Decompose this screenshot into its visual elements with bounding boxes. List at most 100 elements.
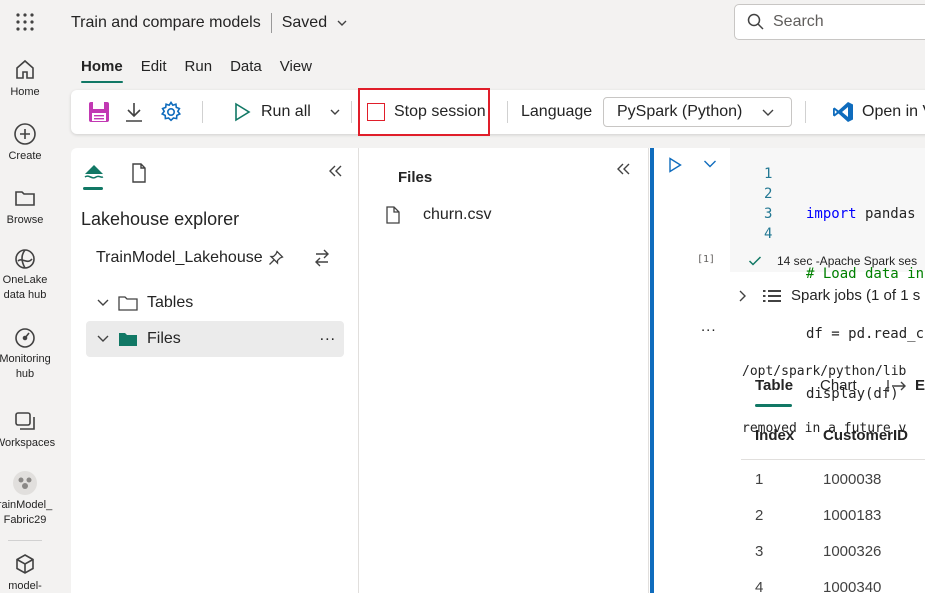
rail-model[interactable]: model- [0, 552, 50, 593]
search-input[interactable]: Search [734, 4, 925, 40]
rail-home[interactable]: Home [0, 58, 50, 100]
more-options-icon[interactable]: ... [320, 327, 336, 345]
table-cell: 1000326 [823, 543, 882, 560]
rail-label: Monitoring [0, 353, 51, 365]
notebook-cell-area: 1 2 3 4 import pandas # Load data in df … [650, 148, 925, 593]
app-launcher-icon[interactable] [16, 13, 34, 31]
title-divider [270, 13, 272, 33]
language-label: Language [521, 103, 593, 120]
play-icon [235, 102, 251, 122]
chevron-right-icon [739, 290, 746, 301]
table-header-customerid: CustomerID [823, 427, 909, 444]
chevron-down-icon[interactable] [336, 17, 348, 29]
notebook-workspace: Lakehouse explorer TrainModel_Lakehouse … [71, 148, 925, 593]
code-keyword: import [806, 206, 857, 222]
collapse-files-button[interactable] [615, 162, 631, 176]
search-icon [747, 13, 764, 30]
collapse-explorer-button[interactable] [327, 164, 343, 178]
tree-item-tables[interactable]: Tables [86, 285, 344, 321]
rail-label: hub [15, 368, 35, 380]
file-icon [386, 206, 400, 224]
explorer-title: Lakehouse explorer [81, 209, 240, 229]
play-icon [669, 157, 682, 173]
tab-view[interactable]: View [280, 58, 312, 75]
run-all-button[interactable]: Run all [233, 90, 311, 134]
chevron-down-icon [97, 299, 109, 306]
workspaces-icon [15, 412, 35, 430]
pin-button[interactable] [268, 250, 284, 266]
table-cell: 1000038 [823, 471, 882, 488]
run-all-dropdown[interactable] [329, 90, 341, 134]
folder-icon [118, 296, 138, 311]
tree-item-files[interactable]: Files ... [86, 321, 344, 357]
ribbon-tabs: Home Edit Run Data View [81, 58, 330, 83]
rail-label: Home [10, 86, 40, 98]
table-row: 3 [755, 543, 764, 560]
cell-status-text: 14 sec -Apache Spark ses [777, 254, 918, 268]
rail-label: Workspaces [0, 437, 56, 449]
rail-onelake[interactable]: OneLake data hub [0, 247, 50, 303]
chevron-down-icon [97, 335, 109, 342]
toolbar-divider [202, 101, 203, 123]
rail-create[interactable]: Create [0, 122, 50, 164]
code-editor[interactable]: 1 2 3 4 import pandas # Load data in df … [730, 148, 925, 402]
saved-status[interactable]: Saved [282, 14, 327, 32]
export-icon [887, 379, 906, 392]
spark-jobs-toggle[interactable]: Spark jobs (1 of 1 s [737, 287, 920, 304]
file-item-churn[interactable]: churn.csv [386, 206, 491, 224]
lakehouse-tab[interactable] [83, 162, 105, 190]
table-row: 1 [755, 471, 764, 488]
file-name: churn.csv [423, 206, 492, 223]
notebook-title-bar: Train and compare models Saved [71, 13, 348, 33]
tab-data[interactable]: Data [230, 58, 262, 75]
tab-home[interactable]: Home [81, 58, 123, 83]
switch-lakehouse-button[interactable] [314, 249, 330, 267]
table-row: 2 [755, 507, 764, 524]
tab-run[interactable]: Run [185, 58, 213, 75]
rail-divider [8, 540, 42, 541]
active-cell-indicator [650, 148, 654, 593]
rail-workspaces[interactable]: Workspaces [0, 409, 55, 451]
search-placeholder: Search [773, 13, 824, 30]
run-all-label: Run all [261, 103, 311, 120]
toolbar-divider [351, 101, 352, 123]
cell-run-options[interactable] [703, 159, 717, 169]
resources-tab[interactable] [131, 163, 147, 183]
stop-session-button[interactable]: Stop session [358, 88, 490, 136]
chevron-down-icon [330, 109, 340, 115]
rail-monitoring[interactable]: Monitoring hub [0, 326, 51, 382]
output-more-icon[interactable]: ... [701, 318, 717, 335]
notebook-title[interactable]: Train and compare models [71, 14, 261, 32]
file-icon [132, 163, 146, 183]
open-in-label: Open in V [862, 103, 925, 120]
monitoring-icon [15, 328, 35, 348]
active-tab-indicator [83, 187, 103, 190]
chevron-down-icon [704, 160, 716, 168]
open-in-vscode-button[interactable]: Open in V [831, 90, 925, 134]
output-tab-chart[interactable]: Chart [820, 377, 857, 394]
output-tab-export[interactable]: E [887, 377, 925, 394]
table-cell: 1000340 [823, 579, 882, 593]
execution-count: [1] [697, 254, 716, 265]
pin-icon [269, 250, 284, 265]
language-select[interactable]: PySpark (Python) [603, 97, 792, 127]
folder-filled-icon [119, 333, 137, 346]
settings-button[interactable] [160, 90, 182, 134]
vscode-icon [833, 102, 853, 122]
rail-label: rainModel_ [0, 499, 53, 511]
rail-label: Create [8, 150, 42, 162]
toolbar-divider [805, 101, 806, 123]
stop-session-label: Stop session [394, 103, 486, 120]
rail-browse[interactable]: Browse [0, 186, 50, 228]
download-button[interactable] [124, 90, 144, 134]
tree-item-label: Tables [147, 294, 194, 311]
tab-edit[interactable]: Edit [141, 58, 167, 75]
save-button[interactable] [88, 90, 110, 134]
rail-label: Browse [6, 214, 44, 226]
output-tab-table[interactable]: Table [755, 377, 793, 407]
rail-workspace-trainmodel[interactable]: rainModel_ Fabric29 [0, 470, 53, 528]
run-cell-button[interactable] [668, 157, 682, 173]
home-icon [16, 59, 34, 79]
browse-icon [15, 191, 35, 206]
stop-icon [367, 103, 385, 121]
